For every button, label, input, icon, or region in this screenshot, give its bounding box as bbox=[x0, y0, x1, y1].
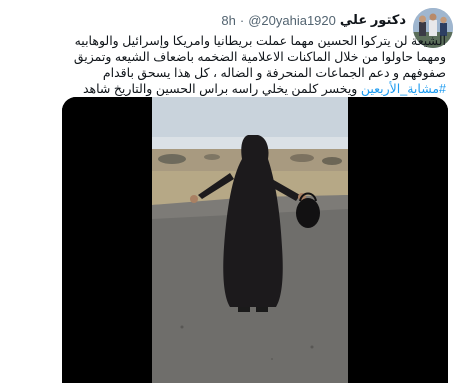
timestamp[interactable]: 8h bbox=[221, 13, 235, 28]
video-thumbnail[interactable] bbox=[62, 97, 448, 383]
tweet-text-part1: الشيعة لن يتركوا الحسين مهما عملت بريطان… bbox=[73, 34, 446, 80]
display-name[interactable]: دكتور علي bbox=[340, 12, 406, 28]
hashtag-link[interactable]: #مشاية_الأربعين bbox=[361, 82, 446, 96]
tweet-header: دكتور علي @20yahia1920 · 8h bbox=[221, 11, 406, 29]
separator-dot: · bbox=[239, 12, 245, 28]
user-handle[interactable]: @20yahia1920 bbox=[248, 13, 336, 28]
video-frame bbox=[62, 97, 448, 383]
tweet-card[interactable]: ··· دكتور علي @20yahia1920 · 8h الشيعة ل… bbox=[0, 0, 462, 383]
